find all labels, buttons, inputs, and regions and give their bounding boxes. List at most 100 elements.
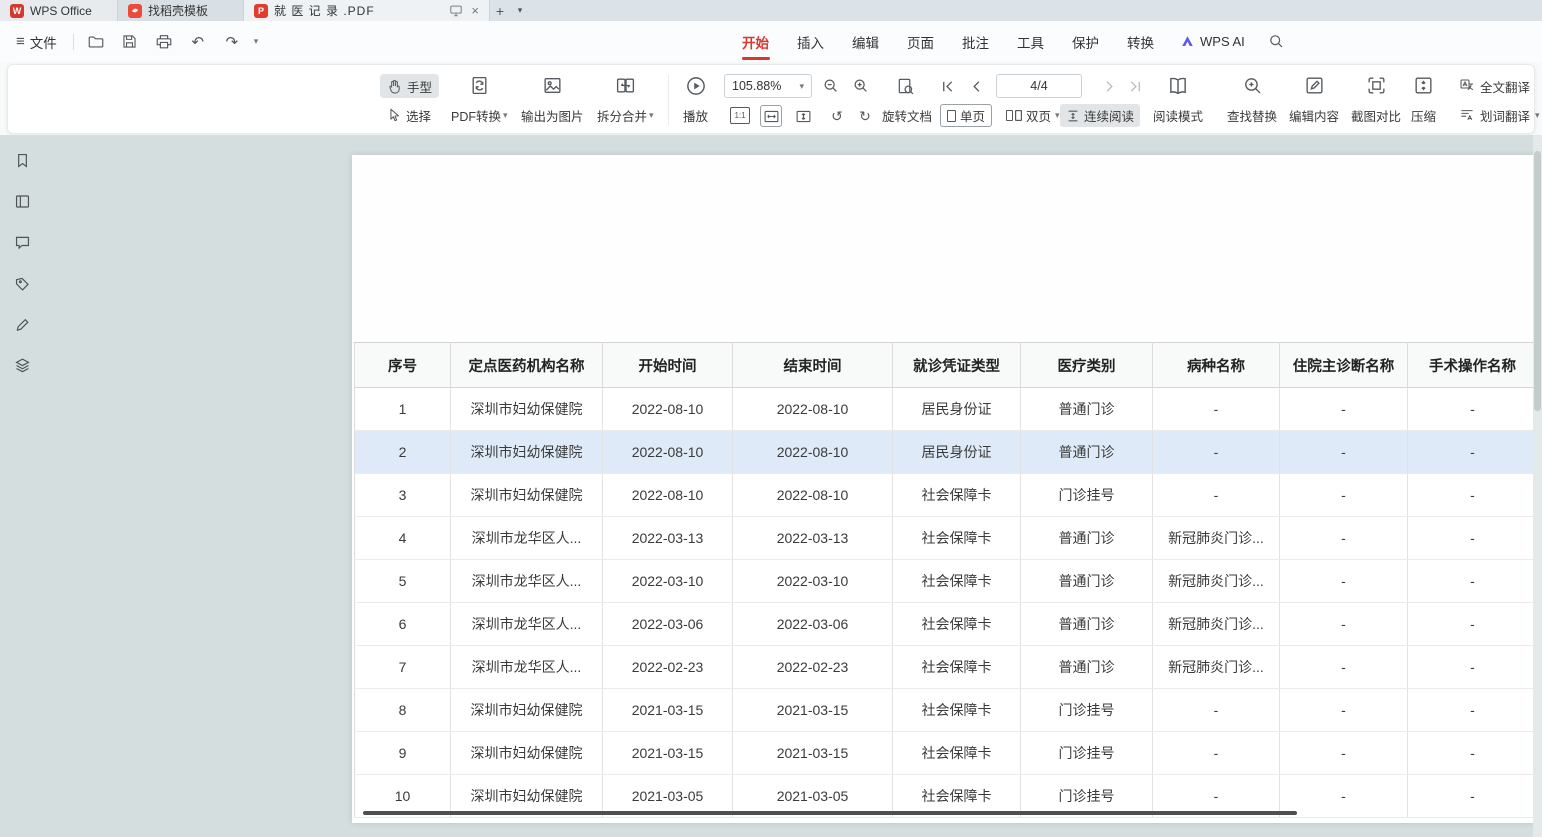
select-tool-label: 选择 [406,106,431,125]
print-icon[interactable] [152,30,176,54]
hand-tool-button[interactable]: 手型 [380,74,439,98]
table-row: 7深圳市龙华区人...2022-02-232022-02-23社会保障卡普通门诊… [355,646,1538,689]
export-image-button[interactable]: 输出为图片 [516,72,589,129]
thumbnail-icon[interactable] [11,190,33,212]
zoom-out-icon[interactable] [820,75,842,97]
read-mode-button[interactable]: 阅读模式 [1148,72,1208,129]
compress-button[interactable]: 压缩 [1406,72,1441,129]
continuous-read-label: 连续阅读 [1084,106,1134,125]
page-number-input[interactable]: 4/4 [996,74,1082,98]
menu-bar: ≡ 文件 ↶ ↷ ▾ 开始 插入 编辑 页面 批注 工具 保护 [0,21,1542,62]
export-image-icon [542,75,563,96]
window-tab-bar: W WPS Office 找稻壳模板 P 就 医 记 录 .PDF × + ▾ [0,0,1542,21]
chevron-down-icon: ▾ [799,82,804,91]
save-icon[interactable] [118,30,142,54]
screenshot-compare-label: 截图对比 [1351,106,1401,125]
table-cell: 社会保障卡 [893,517,1021,560]
table-cell: 5 [355,560,451,603]
ribbon-area: 手型 选择 PDF转换▾ 输出为图片 拆分合并▾ [0,62,1542,135]
continuous-read-button[interactable]: 连续阅读 [1060,104,1140,127]
screenshot-compare-button[interactable]: 截图对比 [1346,72,1406,129]
split-merge-button[interactable]: 拆分合并▾ [592,72,659,129]
tab-comment[interactable]: 批注 [948,21,1003,62]
double-page-button[interactable]: 双页 ▾ [1000,104,1066,127]
tab-docer-template[interactable]: 找稻壳模板 [118,0,244,21]
edit-content-button[interactable]: 编辑内容 [1284,72,1344,129]
column-header: 定点医药机构名称 [451,343,603,388]
play-button[interactable]: 播放 [678,72,713,129]
actual-size-icon[interactable]: 1:1 [730,107,750,124]
find-replace-button[interactable]: 查找替换 [1222,72,1282,129]
tab-wps-ai[interactable]: WPS AI [1168,34,1257,49]
table-cell: 1 [355,388,451,431]
new-tab-button[interactable]: + [490,0,510,21]
single-page-button[interactable]: 单页 [940,104,992,127]
page-preview-icon[interactable] [894,75,916,97]
next-page-icon[interactable] [1098,75,1120,97]
full-translate-button[interactable]: 全文翻译 [1452,74,1537,98]
previous-page-icon[interactable] [965,75,987,97]
tab-convert[interactable]: 转换 [1113,21,1168,62]
zoom-select[interactable]: 105.88% ▾ [724,74,812,98]
comment-icon[interactable] [11,231,33,253]
tab-insert[interactable]: 插入 [783,21,838,62]
pdf-convert-button[interactable]: PDF转换▾ [446,72,513,129]
table-cell: 2022-08-10 [733,388,893,431]
full-translate-label: 全文翻译 [1480,77,1530,96]
redo-icon[interactable]: ↷ [220,30,244,54]
table-cell: 普通门诊 [1021,646,1153,689]
rotate-doc-label[interactable]: 旋转文档 [882,104,932,127]
table-cell: 3 [355,474,451,517]
table-cell: 门诊挂号 [1021,732,1153,775]
menubar-search-icon[interactable] [1265,30,1289,54]
close-icon[interactable]: × [471,3,479,18]
table-cell: - [1408,603,1538,646]
tab-protect[interactable]: 保护 [1058,21,1113,62]
table-cell: 7 [355,646,451,689]
tab-list-button[interactable]: ▾ [510,0,530,21]
tab-wps-office[interactable]: W WPS Office [0,0,118,21]
table-cell: 新冠肺炎门诊... [1153,560,1280,603]
toolbar-divider [668,75,669,125]
table-row: 8深圳市妇幼保健院2021-03-152021-03-15社会保障卡门诊挂号--… [355,689,1538,732]
menu-left-group: ≡ 文件 ↶ ↷ ▾ [10,21,258,62]
word-translate-button[interactable]: 划词翻译 ▾ [1452,103,1542,127]
record-table-head-row: 序号定点医药机构名称开始时间结束时间就诊凭证类型医疗类别病种名称住院主诊断名称手… [355,343,1538,388]
table-cell: - [1153,388,1280,431]
bookmark-icon[interactable] [11,149,33,171]
pen-icon[interactable] [11,313,33,335]
split-merge-icon [615,75,636,96]
table-cell: - [1153,474,1280,517]
fit-page-icon[interactable] [792,105,814,127]
vertical-scrollbar-thumb[interactable] [1534,151,1541,411]
zoom-in-icon[interactable] [850,75,872,97]
first-page-icon[interactable] [936,75,958,97]
tab-edit[interactable]: 编辑 [838,21,893,62]
file-menu-button[interactable]: ≡ 文件 [10,28,63,56]
tab-tools[interactable]: 工具 [1003,21,1058,62]
last-page-icon[interactable] [1124,75,1146,97]
rotate-left-icon[interactable]: ↺ [826,105,848,127]
vertical-scrollbar-track[interactable] [1533,135,1542,837]
layers-icon[interactable] [11,354,33,376]
fit-width-icon[interactable] [760,105,782,127]
tab-home[interactable]: 开始 [728,21,783,62]
chevron-down-icon: ▾ [503,111,508,120]
rotate-right-icon[interactable]: ↻ [854,105,876,127]
tab-document-active[interactable]: P 就 医 记 录 .PDF × [244,0,490,21]
chevron-down-icon[interactable]: ▾ [254,37,259,46]
open-file-icon[interactable] [84,30,108,54]
horizontal-scrollbar[interactable] [363,811,1297,815]
monitor-icon[interactable] [449,4,463,17]
table-cell: - [1280,732,1408,775]
word-translate-icon [1459,107,1475,123]
edit-content-icon [1304,75,1325,96]
select-tool-button[interactable]: 选择 [380,103,438,127]
tag-icon[interactable] [11,272,33,294]
tab-page[interactable]: 页面 [893,21,948,62]
table-row: 1深圳市妇幼保健院2022-08-102022-08-10居民身份证普通门诊--… [355,388,1538,431]
table-cell: 2021-03-15 [733,689,893,732]
column-header: 医疗类别 [1021,343,1153,388]
wps-logo-icon: W [10,4,24,18]
undo-icon[interactable]: ↶ [186,30,210,54]
